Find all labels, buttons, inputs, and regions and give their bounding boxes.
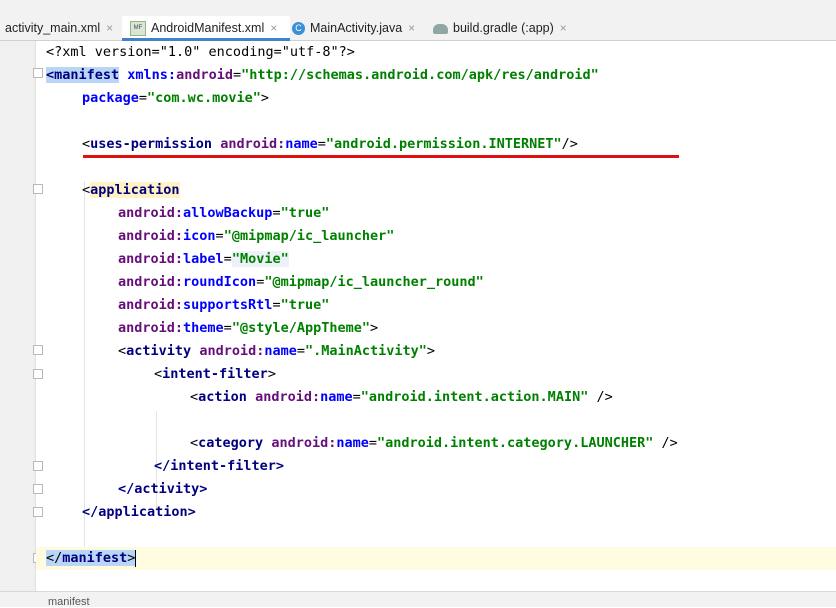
name-attr: name [285,136,318,152]
tab-android-manifest-xml[interactable]: MF AndroidManifest.xml × [122,16,290,41]
code-line-16: <action android:name="android.intent.act… [190,389,613,405]
permission-value: "android.permission.INTERNET" [325,136,562,152]
close-activity: </activity> [118,481,208,497]
code-line-8: android:allowBackup="true" [118,205,330,221]
package-attr: package [82,90,139,106]
tab-main-activity-java[interactable]: C MainActivity.java × [292,16,422,40]
code-line-5: <uses-permission android:name="android.p… [82,136,578,152]
tab-label: activity_main.xml [5,21,101,35]
uses-permission-tag: uses-permission [90,136,213,152]
close-application: </application> [82,504,196,520]
supportsRtl-value: "true" [280,297,330,313]
label-value: "Movie" [231,251,289,267]
action-value: "android.intent.action.MAIN" [360,389,589,405]
code-line-18: <category android:name="android.intent.c… [190,435,678,451]
code-line-21: </application> [36,501,836,524]
code-line-3: package="com.wc.movie"> [82,90,269,106]
android-prefix: android: [220,136,286,152]
manifest-file-icon: MF [130,21,146,37]
action-tag: action [198,389,247,405]
code-line-12: android:supportsRtl="true" [118,297,330,313]
manifest-open-tag: <manifest [46,67,120,83]
close-icon[interactable]: × [408,21,415,35]
code-line-23: </manifest> [36,547,836,570]
code-line-11: android:roundIcon="@mipmap/ic_launcher_r… [118,274,484,290]
code-line-9: android:icon="@mipmap/ic_launcher" [118,228,395,244]
tab-activity-main-xml[interactable]: activity_main.xml × [0,16,113,40]
supportsRtl-attr: supportsRtl [183,297,273,313]
annotation-underline [83,155,679,158]
close-intent-filter: </intent-filter> [154,458,285,474]
close-icon[interactable]: × [270,21,277,35]
code-line-10: android:label="Movie" [118,251,289,267]
label-attr: label [183,251,224,267]
activity-name-value: ".MainActivity" [305,343,427,359]
code-line-2: <manifest xmlns:android="http://schemas.… [46,67,599,83]
category-tag: category [198,435,264,451]
code-line-7: <application [82,182,180,198]
activity-tag: activity [126,343,192,359]
code-line-20: </activity> [36,478,836,501]
category-value: "android.intent.category.LAUNCHER" [377,435,654,451]
allowBackup-value: "true" [280,205,330,221]
close-manifest: </manifest> [46,550,136,566]
xmlns-name: android [176,67,233,83]
application-tag: application [90,182,180,198]
roundIcon-value: "@mipmap/ic_launcher_round" [264,274,484,290]
breadcrumb-bar: manifest [0,591,836,608]
icon-attr: icon [183,228,216,244]
window-top-strip [0,0,836,16]
intent-filter-tag: intent-filter [162,366,268,382]
code-line-15: <intent-filter> [154,366,276,382]
roundIcon-attr: roundIcon [183,274,257,290]
breadcrumb[interactable]: manifest [48,596,90,608]
package-value: "com.wc.movie" [147,90,261,106]
theme-value: "@style/AppTheme" [231,320,370,336]
tab-label: AndroidManifest.xml [151,21,265,35]
allowBackup-attr: allowBackup [183,205,273,221]
xmlns-prefix: xmlns: [127,67,177,83]
tab-label: MainActivity.java [310,21,403,35]
code-editor[interactable]: <?xml version="1.0" encoding="utf-8"?> <… [36,41,836,591]
editor-tab-bar: activity_main.xml × MF AndroidManifest.xml… [0,16,836,41]
tab-label: build.gradle (:app) [453,21,554,35]
text-caret [135,549,137,567]
icon-value: "@mipmap/ic_launcher" [223,228,395,244]
xml-declaration: <?xml version="1.0" encoding="utf-8"?> [46,44,355,60]
theme-attr: theme [183,320,224,336]
code-line-14: <activity android:name=".MainActivity"> [118,343,436,359]
gradle-icon [433,23,448,34]
tab-build-gradle[interactable]: build.gradle (:app) × [433,16,573,40]
xmlns-value: "http://schemas.android.com/apk/res/andr… [241,67,599,83]
java-class-icon: C [292,22,305,36]
code-line-19: </intent-filter> [36,455,836,478]
editor-gutter [0,41,36,591]
close-icon[interactable]: × [560,21,567,35]
close-icon[interactable]: × [106,21,113,35]
code-line-13: android:theme="@style/AppTheme"> [118,320,379,336]
code-line-1: <?xml version="1.0" encoding="utf-8"?> [36,41,836,64]
